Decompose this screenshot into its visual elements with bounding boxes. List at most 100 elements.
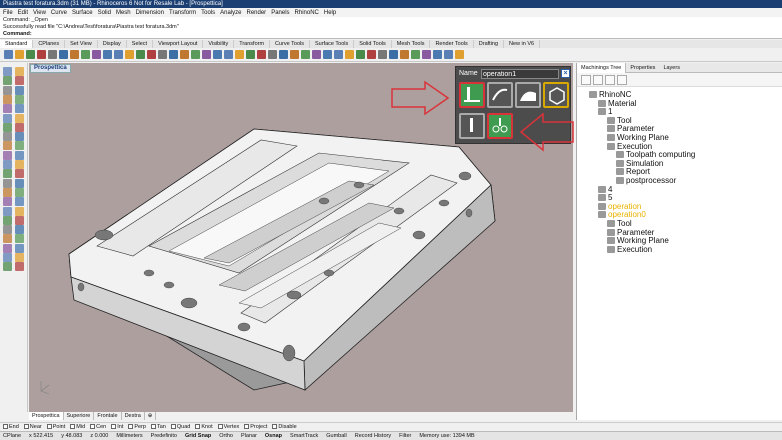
toolbar-tool-icon[interactable] <box>70 50 79 59</box>
left-tool-icon[interactable] <box>3 262 12 272</box>
toolbar-tool-icon[interactable] <box>48 50 57 59</box>
toolbar-tool-icon[interactable] <box>422 50 431 59</box>
tab-curve-tools[interactable]: Curve Tools <box>270 40 310 48</box>
viewport-tab-prospettica[interactable]: Prospettica <box>29 412 64 420</box>
left-tool-icon[interactable] <box>15 76 24 86</box>
status-units[interactable]: Millimeters <box>116 433 142 439</box>
toolbar-tool-icon[interactable] <box>103 50 112 59</box>
toolbar-tool-icon[interactable] <box>81 50 90 59</box>
toolbar-tool-icon[interactable] <box>26 50 35 59</box>
tab-select[interactable]: Select <box>127 40 154 48</box>
toolbar-tool-icon[interactable] <box>301 50 310 59</box>
status-gumball[interactable]: Gumball <box>326 433 346 439</box>
operation-name-input[interactable] <box>481 69 559 79</box>
menu-curve[interactable]: Curve <box>51 10 67 16</box>
left-tool-icon[interactable] <box>15 253 24 262</box>
toolbar-tool-icon[interactable] <box>268 50 277 59</box>
left-tool-icon[interactable] <box>15 150 24 160</box>
toolbar-tool-icon[interactable] <box>433 50 442 59</box>
osnap-checkbox[interactable] <box>217 424 223 430</box>
toolbar-tool-icon[interactable] <box>191 50 200 59</box>
osnap-option[interactable]: Perp <box>128 424 146 430</box>
toolbar-tool-icon[interactable] <box>4 50 13 59</box>
tab-machinings-tree[interactable]: Machinings Tree <box>577 62 627 73</box>
left-tool-icon[interactable] <box>15 67 24 76</box>
viewport-tab-frontale[interactable]: Frontale <box>94 412 122 420</box>
left-tool-icon[interactable] <box>15 104 24 114</box>
menu-file[interactable]: File <box>3 10 13 16</box>
left-tool-icon[interactable] <box>15 206 24 216</box>
drill-pattern-button[interactable] <box>487 113 513 139</box>
status-ortho[interactable]: Ortho <box>219 433 233 439</box>
menu-solid[interactable]: Solid <box>98 10 111 16</box>
osnap-checkbox[interactable] <box>195 424 201 430</box>
osnap-option[interactable]: Cen <box>90 424 106 430</box>
toolbar-tool-icon[interactable] <box>455 50 464 59</box>
menu-render[interactable]: Render <box>247 10 267 16</box>
left-tool-icon[interactable] <box>3 234 12 244</box>
left-tool-icon[interactable] <box>15 178 24 188</box>
left-tool-icon[interactable] <box>3 197 12 207</box>
left-tool-icon[interactable] <box>15 132 24 142</box>
left-tool-icon[interactable] <box>15 225 24 235</box>
left-tool-icon[interactable] <box>15 234 24 244</box>
panel-tool-button[interactable] <box>581 75 591 85</box>
left-tool-icon[interactable] <box>15 262 24 272</box>
toolbar-tool-icon[interactable] <box>59 50 68 59</box>
osnap-option[interactable]: Int <box>111 424 123 430</box>
left-tool-icon[interactable] <box>3 104 12 114</box>
toolbar-tool-icon[interactable] <box>158 50 167 59</box>
toolbar-tool-icon[interactable] <box>147 50 156 59</box>
tab-new-in-v6[interactable]: New in V6 <box>504 40 541 48</box>
osnap-checkbox[interactable] <box>128 424 134 430</box>
toolbar-tool-icon[interactable] <box>312 50 321 59</box>
toolbar-tool-icon[interactable] <box>444 50 453 59</box>
osnap-checkbox[interactable] <box>111 424 117 430</box>
status-planar[interactable]: Planar <box>241 433 257 439</box>
osnap-option[interactable]: Disable <box>272 424 297 430</box>
toolbar-tool-icon[interactable] <box>114 50 123 59</box>
left-tool-icon[interactable] <box>3 225 12 235</box>
menu-edit[interactable]: Edit <box>18 10 28 16</box>
osnap-checkbox[interactable] <box>244 424 250 430</box>
panel-tool-button[interactable] <box>605 75 615 85</box>
tab-visibility[interactable]: Visibility <box>203 40 235 48</box>
left-tool-icon[interactable] <box>3 178 12 188</box>
close-icon[interactable]: × <box>561 69 570 78</box>
left-tool-icon[interactable] <box>15 187 24 197</box>
left-tool-icon[interactable] <box>3 243 12 253</box>
tab-drafting[interactable]: Drafting <box>474 40 505 48</box>
left-tool-icon[interactable] <box>3 94 12 104</box>
menu-help[interactable]: Help <box>324 10 336 16</box>
toolbar-tool-icon[interactable] <box>279 50 288 59</box>
tab-set-view[interactable]: Set View <box>65 40 98 48</box>
toolbar-tool-icon[interactable] <box>367 50 376 59</box>
contour-operation-button[interactable] <box>487 82 513 108</box>
drill-operation-button[interactable] <box>459 82 485 108</box>
toolbar-tool-icon[interactable] <box>246 50 255 59</box>
toolbar-tool-icon[interactable] <box>334 50 343 59</box>
status-smarttrack[interactable]: SmartTrack <box>290 433 318 439</box>
toolbar-tool-icon[interactable] <box>411 50 420 59</box>
menu-dimension[interactable]: Dimension <box>136 10 164 16</box>
left-tool-icon[interactable] <box>3 122 12 132</box>
menu-surface[interactable]: Surface <box>72 10 93 16</box>
osnap-checkbox[interactable] <box>23 424 29 430</box>
status-osnap[interactable]: Osnap <box>265 433 282 439</box>
panel-tool-button[interactable] <box>617 75 627 85</box>
osnap-option[interactable]: Point <box>46 424 65 430</box>
toolbar-tool-icon[interactable] <box>125 50 134 59</box>
left-tool-icon[interactable] <box>15 141 24 151</box>
osnap-option[interactable]: Project <box>244 424 267 430</box>
osnap-checkbox[interactable] <box>170 424 176 430</box>
tree-node[interactable]: Execution <box>607 245 652 255</box>
toolbar-tool-icon[interactable] <box>224 50 233 59</box>
left-tool-icon[interactable] <box>3 141 12 151</box>
viewport-tab-destra[interactable]: Destra <box>122 412 145 420</box>
menu-analyze[interactable]: Analyze <box>220 10 241 16</box>
tab-mesh-tools[interactable]: Mesh Tools <box>392 40 431 48</box>
toolbar-tool-icon[interactable] <box>400 50 409 59</box>
tab-standard[interactable]: Standard <box>0 40 34 48</box>
command-prompt[interactable]: Command: <box>3 31 782 38</box>
tab-viewport-layout[interactable]: Viewport Layout <box>153 40 204 48</box>
